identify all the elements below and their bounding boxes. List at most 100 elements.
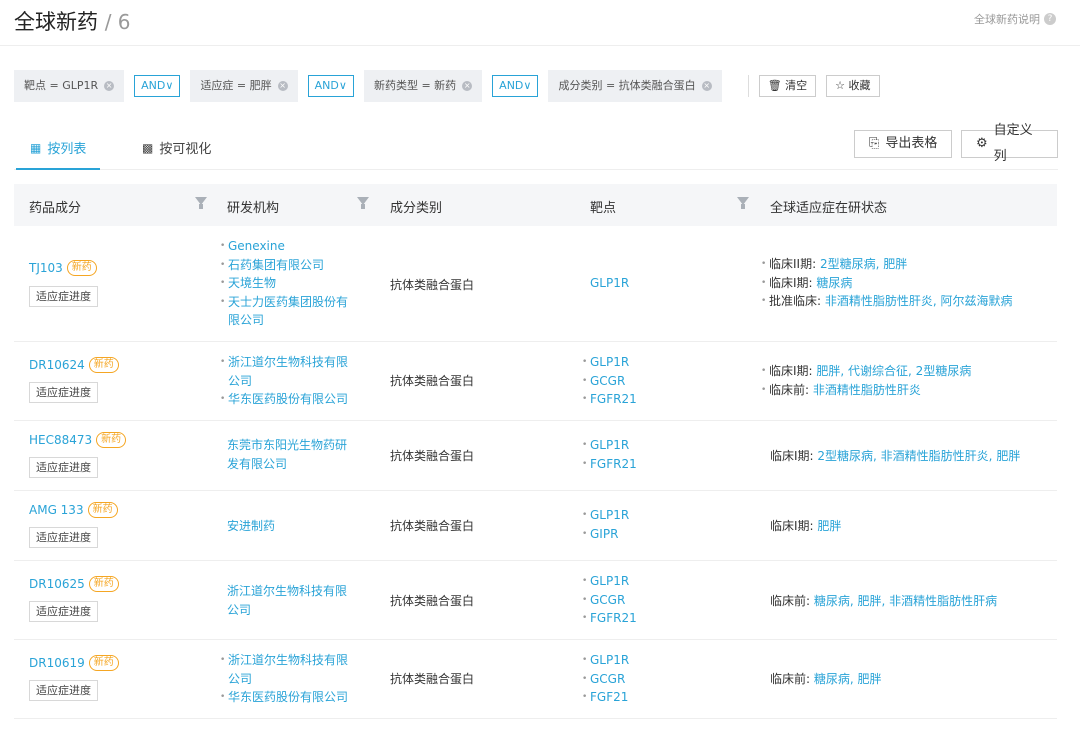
indication-progress-button[interactable]: 适应症进度 — [29, 527, 98, 548]
target-link[interactable]: GCGR — [582, 591, 637, 610]
tab-list-view[interactable]: ▦ 按列表 — [15, 138, 101, 170]
export-table-button[interactable]: ⎘ 导出表格 — [854, 130, 953, 158]
export-label: 导出表格 — [885, 136, 938, 151]
target-link[interactable]: FGF21 — [582, 688, 629, 707]
target-link[interactable]: GCGR — [582, 670, 629, 689]
status-line: 临床前: 糖尿病, 肥胖 — [770, 670, 882, 689]
indication-links[interactable]: 糖尿病, 肥胖 — [814, 672, 882, 686]
and-operator-3[interactable]: AND∨ — [492, 75, 539, 97]
filter-icon[interactable] — [195, 197, 207, 211]
drug-name-link[interactable]: HEC88473 新药 — [29, 432, 127, 448]
target-link[interactable]: FGFR21 — [582, 609, 637, 628]
org-link[interactable]: 浙江道尔生物科技有限 — [220, 651, 370, 670]
indication-progress-button[interactable]: 适应症进度 — [29, 382, 98, 403]
target-link[interactable]: GLP1R — [582, 436, 637, 455]
indication-links[interactable]: 肥胖, 代谢综合征, 2型糖尿病 — [816, 364, 971, 378]
divider — [747, 75, 749, 97]
remove-filter-icon[interactable]: × — [277, 81, 288, 91]
filter-bar: 靶点 = GLP1R × AND∨ 适应症 = 肥胖 × AND∨ 新药类型 =… — [14, 70, 890, 102]
org-link[interactable]: 东莞市东阳光生物药研 — [227, 436, 347, 455]
table-row: TJ103 新药 适应症进度 Genexine 石药集团有限公司 天境生物 天士… — [14, 226, 1057, 342]
filter-chip-category[interactable]: 成分类别 = 抗体类融合蛋白 × — [548, 70, 722, 102]
target-link[interactable]: GLP1R — [582, 353, 637, 372]
grid-icon: ▩ — [142, 140, 154, 155]
org-list: 浙江道尔生物科技有限 公司 华东医药股份有限公司 — [220, 353, 370, 409]
filter-chip-indication[interactable]: 适应症 = 肥胖 × — [190, 70, 298, 102]
status-cell: 临床I期: 肥胖 — [770, 517, 841, 536]
target-link[interactable]: GLP1R — [590, 276, 629, 290]
page-title-text: 全球新药 — [14, 10, 98, 34]
clear-button[interactable]: 🗑 清空 — [758, 75, 817, 97]
status-line: 临床I期: 糖尿病 — [761, 274, 1013, 293]
org-link[interactable]: Genexine — [220, 237, 370, 256]
indication-links[interactable]: 2型糖尿病, 非酒精性脂肪性肝炎, 肥胖 — [817, 449, 1020, 463]
table-row: DR10624 新药 适应症进度 浙江道尔生物科技有限 公司 华东医药股份有限公… — [14, 342, 1057, 421]
status-cell: 临床I期: 2型糖尿病, 非酒精性脂肪性肝炎, 肥胖 — [770, 447, 1020, 466]
table-row: DR10625 新药 适应症进度 浙江道尔生物科技有限 公司 抗体类融合蛋白 G… — [14, 561, 1057, 640]
target-link[interactable]: GIPR — [582, 525, 629, 544]
indication-links[interactable]: 肥胖 — [817, 519, 841, 533]
indication-links[interactable]: 2型糖尿病, 肥胖 — [820, 257, 907, 271]
filter-chip-label: 靶点 = GLP1R — [24, 79, 99, 92]
org-link[interactable]: 石药集团有限公司 — [220, 256, 370, 275]
target-link[interactable]: GCGR — [582, 372, 637, 391]
custom-columns-button[interactable]: ⚙ 自定义列 — [961, 123, 1058, 164]
org-link[interactable]: 华东医药股份有限公司 — [220, 390, 370, 409]
help-link[interactable]: 全球新药说明 ? — [974, 11, 1056, 27]
target-link[interactable]: FGFR21 — [582, 455, 637, 474]
tab-list-label: 按列表 — [47, 142, 87, 157]
org-link[interactable]: 浙江道尔生物科技有限 — [227, 582, 347, 601]
drug-name: AMG 133 — [29, 503, 84, 517]
indication-links[interactable]: 糖尿病, 肥胖, 非酒精性脂肪性肝病 — [814, 594, 997, 608]
filter-icon[interactable] — [737, 197, 749, 211]
stage-label: 临床前: — [770, 594, 811, 608]
indication-links[interactable]: 非酒精性脂肪性肝炎 — [813, 383, 921, 397]
filter-chip-drug-type[interactable]: 新药类型 = 新药 × — [363, 70, 483, 102]
drug-name-link[interactable]: TJ103 新药 — [29, 260, 97, 276]
org-link[interactable]: 天士力医药集团股份有 — [220, 293, 370, 312]
org-link[interactable]: 天境生物 — [220, 274, 370, 293]
remove-filter-icon[interactable]: × — [462, 81, 473, 91]
stage-label: 临床I期: — [770, 519, 814, 533]
view-tabs: ▦ 按列表 ▩ 按可视化 ⎘ 导出表格 ⚙ 自定义列 — [14, 123, 1058, 170]
stage-label: 批准临床: — [769, 294, 822, 308]
org-link[interactable]: 华东医药股份有限公司 — [220, 688, 370, 707]
org-link[interactable]: 发有限公司 — [227, 455, 347, 474]
stage-label: 临床I期: — [769, 275, 813, 290]
org-link[interactable]: 限公司 — [220, 311, 370, 330]
favorite-button[interactable]: ☆ 收藏 — [826, 75, 880, 97]
indication-progress-button[interactable]: 适应症进度 — [29, 601, 98, 622]
drug-name-link[interactable]: DR10625 新药 — [29, 576, 119, 592]
remove-filter-icon[interactable]: × — [104, 81, 115, 91]
target-link[interactable]: GLP1R — [582, 651, 629, 670]
stage-label: 临床II期: — [769, 257, 817, 271]
remove-filter-icon[interactable]: × — [701, 81, 712, 91]
target-link[interactable]: GLP1R — [582, 506, 629, 525]
filter-chip-label: 新药类型 = 新药 — [373, 79, 457, 92]
indication-progress-button[interactable]: 适应症进度 — [29, 286, 98, 307]
target-list: GLP1R GCGR FGFR21 — [582, 353, 637, 409]
indication-links[interactable]: 糖尿病 — [816, 276, 852, 290]
drug-name-link[interactable]: DR10624 新药 — [29, 357, 119, 373]
target-link[interactable]: FGFR21 — [582, 390, 637, 409]
and-operator-1[interactable]: AND∨ — [134, 75, 181, 97]
indication-progress-button[interactable]: 适应症进度 — [29, 680, 98, 701]
org-link[interactable]: 公司 — [227, 601, 347, 620]
org-link[interactable]: 安进制药 — [227, 517, 275, 534]
filter-chip-target[interactable]: 靶点 = GLP1R × — [14, 70, 125, 102]
indication-links[interactable]: 非酒精性脂肪性肝炎, 阿尔兹海默病 — [825, 294, 1013, 308]
tab-visual-view[interactable]: ▩ 按可视化 — [142, 138, 211, 158]
and-operator-2[interactable]: AND∨ — [307, 75, 354, 97]
page-header: 全球新药 / 6 全球新药说明 ? — [0, 0, 1080, 46]
filter-icon[interactable] — [357, 197, 369, 211]
drug-name-link[interactable]: AMG 133 新药 — [29, 502, 118, 518]
drug-name-link[interactable]: DR10619 新药 — [29, 655, 119, 671]
org-link[interactable]: 公司 — [220, 372, 370, 391]
org-link[interactable]: 浙江道尔生物科技有限 — [220, 353, 370, 372]
target-link[interactable]: GLP1R — [582, 572, 637, 591]
indication-progress-button[interactable]: 适应症进度 — [29, 457, 98, 478]
export-icon: ⎘ — [869, 136, 880, 151]
org-list: Genexine 石药集团有限公司 天境生物 天士力医药集团股份有 限公司 — [220, 237, 370, 330]
drug-name: DR10619 — [29, 656, 85, 670]
org-link[interactable]: 公司 — [220, 670, 370, 689]
